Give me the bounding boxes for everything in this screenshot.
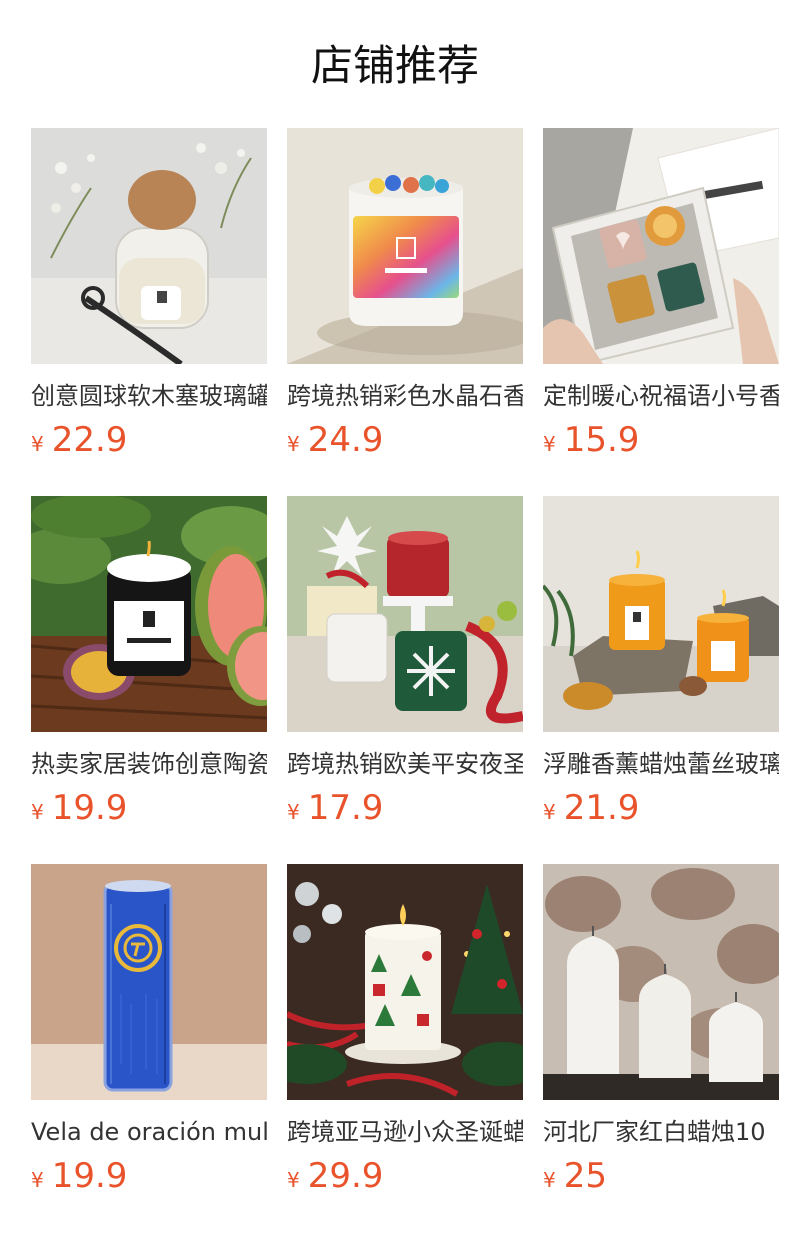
- product-name: 定制暖心祝福语小号香薰蜡烛礼盒: [543, 382, 779, 410]
- currency-symbol: ¥: [287, 1168, 300, 1192]
- product-name: 创意圆球软木塞玻璃罐香薰蜡烛: [31, 382, 267, 410]
- price-value: 25: [563, 1156, 607, 1196]
- white-pillar-candles-photo: [543, 864, 779, 1100]
- product-price: ¥24.9: [287, 420, 523, 460]
- product-card[interactable]: 跨境热销欧美平安夜圣诞蜡烛 ¥17.9: [287, 496, 523, 828]
- currency-symbol: ¥: [31, 432, 44, 456]
- blue-prayer-candle-photo: [31, 864, 267, 1100]
- product-name: 跨境热销欧美平安夜圣诞蜡烛: [287, 750, 523, 778]
- product-card[interactable]: 创意圆球软木塞玻璃罐香薰蜡烛 ¥22.9: [31, 128, 267, 460]
- product-price: ¥29.9: [287, 1156, 523, 1196]
- cork-jar-candle-photo: [31, 128, 267, 364]
- product-card[interactable]: 热卖家居装饰创意陶瓷香薰蜡烛 ¥19.9: [31, 496, 267, 828]
- product-name: 热卖家居装饰创意陶瓷香薰蜡烛: [31, 750, 267, 778]
- product-price: ¥25: [543, 1156, 779, 1196]
- product-price: ¥19.9: [31, 788, 267, 828]
- product-price: ¥22.9: [31, 420, 267, 460]
- product-name: Vela de oración multicolor: [31, 1118, 267, 1146]
- page-title: 店铺推荐: [310, 41, 479, 90]
- product-price: ¥15.9: [543, 420, 779, 460]
- product-price: ¥21.9: [543, 788, 779, 828]
- price-value: 22.9: [51, 420, 128, 460]
- product-name: 跨境亚马逊小众圣诞蜡烛: [287, 1118, 523, 1146]
- product-price: ¥17.9: [287, 788, 523, 828]
- recommendations-page: 店铺推荐 创意圆球软木塞玻璃罐 ¥ 22.9 跨境热销彩色水晶石香 ¥ 24.9…: [0, 0, 790, 1234]
- price-value: 29.9: [307, 1156, 384, 1196]
- product-price: ¥19.9: [31, 1156, 267, 1196]
- product-card[interactable]: 定制暖心祝福语小号香薰蜡烛礼盒 ¥15.9: [543, 128, 779, 460]
- product-name: 浮雕香薰蜡烛蕾丝玻璃杯: [543, 750, 779, 778]
- candle-gift-box-photo: [543, 128, 779, 364]
- currency-symbol: ¥: [31, 1168, 44, 1192]
- product-card[interactable]: 跨境热销彩色水晶石香薰蜡烛 ¥24.9: [287, 128, 523, 460]
- currency-symbol: ¥: [543, 1168, 556, 1192]
- currency-symbol: ¥: [543, 432, 556, 456]
- crystal-candle-photo: [287, 128, 523, 364]
- price-value: 24.9: [307, 420, 384, 460]
- price-value: 21.9: [563, 788, 640, 828]
- price-value: 19.9: [51, 1156, 128, 1196]
- price-value: 17.9: [307, 788, 384, 828]
- product-card[interactable]: Vela de oración multicolor ¥19.9: [31, 864, 267, 1196]
- product-card[interactable]: 跨境亚马逊小众圣诞蜡烛 ¥29.9: [287, 864, 523, 1196]
- currency-symbol: ¥: [287, 432, 300, 456]
- price-value: 19.9: [51, 788, 128, 828]
- price-value: 15.9: [563, 420, 640, 460]
- christmas-pillar-candle-photo: [287, 864, 523, 1100]
- product-name: 河北厂家红白蜡烛10: [543, 1118, 766, 1146]
- black-jar-candle-photo: [31, 496, 267, 732]
- product-grid: 创意圆球软木塞玻璃罐香薰蜡烛 ¥22.9: [31, 128, 790, 1196]
- product-name: 跨境热销彩色水晶石香薰蜡烛: [287, 382, 523, 410]
- currency-symbol: ¥: [287, 800, 300, 824]
- currency-symbol: ¥: [31, 800, 44, 824]
- amber-glass-candles-photo: [543, 496, 779, 732]
- product-card[interactable]: 河北厂家红白蜡烛10 ¥25: [543, 864, 779, 1196]
- currency-symbol: ¥: [543, 800, 556, 824]
- product-card[interactable]: 浮雕香薰蜡烛蕾丝玻璃杯 ¥21.9: [543, 496, 779, 828]
- christmas-candles-photo: [287, 496, 523, 732]
